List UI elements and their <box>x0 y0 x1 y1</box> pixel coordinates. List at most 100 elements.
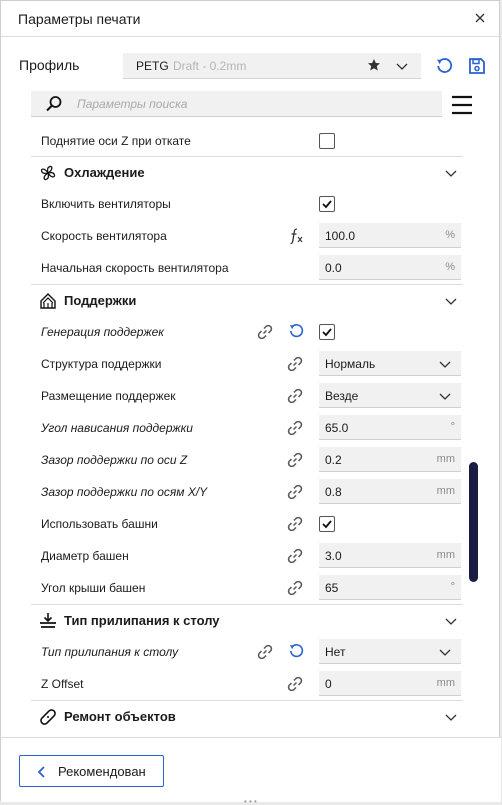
chevron-down-icon <box>439 649 451 656</box>
support-placement-select[interactable]: Везде <box>319 383 461 408</box>
search-input[interactable] <box>77 94 432 114</box>
retract-z-hop-checkbox[interactable] <box>319 133 335 149</box>
field-value: 0.8 <box>325 485 342 499</box>
settings-list: Поднятие оси Z при откате Охлаждение Вкл… <box>31 125 463 737</box>
link-icon <box>287 548 303 564</box>
close-icon[interactable] <box>471 9 489 27</box>
section-title: Ремонт объектов <box>64 709 176 724</box>
setting-row-initial-fan-speed: Начальная скорость вентилятора 0.0 % <box>31 252 463 284</box>
field-value: 100.0 <box>325 229 356 243</box>
field-unit: ° <box>450 581 455 593</box>
use-towers-checkbox[interactable] <box>319 516 335 532</box>
field-unit: mm <box>436 453 455 465</box>
bandage-icon <box>40 709 56 725</box>
enable-fans-checkbox[interactable] <box>319 196 335 212</box>
field-unit: % <box>445 229 455 241</box>
setting-label: Включить вентиляторы <box>41 197 171 211</box>
setting-label: Диаметр башен <box>41 549 129 563</box>
chevron-down-icon <box>445 170 457 177</box>
z-offset-input[interactable]: 0 mm <box>319 671 461 696</box>
link-icon <box>257 324 273 340</box>
reset-icon[interactable] <box>435 57 453 75</box>
overhang-angle-input[interactable]: 65.0 ° <box>319 415 461 440</box>
chevron-left-icon <box>37 766 45 778</box>
field-unit: ° <box>450 421 455 433</box>
field-value: 0.2 <box>325 453 342 467</box>
setting-label: Тип прилипания к столу <box>41 645 179 659</box>
section-title: Поддержки <box>64 293 137 308</box>
link-icon <box>287 580 303 596</box>
panel-title-bar: Параметры печати <box>1 1 501 37</box>
section-support[interactable]: Поддержки <box>31 284 463 316</box>
setting-label: Скорость вентилятора <box>41 229 167 243</box>
setting-label: Генерация поддержек <box>41 325 164 339</box>
setting-row-enable-fans: Включить вентиляторы <box>31 188 463 220</box>
field-unit: mm <box>436 549 455 561</box>
chevron-down-icon <box>439 393 451 400</box>
link-icon <box>287 484 303 500</box>
generate-support-checkbox[interactable] <box>319 324 335 340</box>
tower-diameter-input[interactable]: 3.0 mm <box>319 543 461 568</box>
setting-label: Зазор поддержки по оси Z <box>41 453 188 467</box>
field-value: 3.0 <box>325 549 342 563</box>
setting-row-fan-speed: Скорость вентилятора 100.0 % <box>31 220 463 252</box>
setting-row-tower-roof-angle: Угол крыши башен 65 ° <box>31 572 463 604</box>
footer-bar: Рекомендован <box>1 737 501 802</box>
tower-roof-angle-input[interactable]: 65 ° <box>319 575 461 600</box>
profile-name: PETG <box>136 59 169 73</box>
field-value: 65.0 <box>325 421 349 435</box>
support-z-distance-input[interactable]: 0.2 mm <box>319 447 461 472</box>
chevron-down-icon <box>396 63 408 70</box>
setting-row-retract-z-hop: Поднятие оси Z при откате <box>31 125 463 157</box>
profile-label: Профиль <box>19 57 80 73</box>
recommended-mode-button[interactable]: Рекомендован <box>19 755 164 787</box>
setting-row-overhang-angle: Угол нависания поддержки 65.0 ° <box>31 412 463 444</box>
chevron-down-icon <box>439 361 451 368</box>
initial-fan-speed-input[interactable]: 0.0 % <box>319 255 461 280</box>
setting-row-support-xy-distance: Зазор поддержки по осям X/Y 0.8 mm <box>31 476 463 508</box>
field-value: Нормаль <box>325 357 376 371</box>
section-mesh-fixes[interactable]: Ремонт объектов <box>31 700 463 732</box>
link-icon <box>287 356 303 372</box>
section-title: Тип прилипания к столу <box>64 613 220 628</box>
field-value: 0 <box>325 677 332 691</box>
recommended-label: Рекомендован <box>58 764 146 779</box>
profile-subtitle: Draft - 0.2mm <box>173 59 247 73</box>
link-icon <box>287 452 303 468</box>
support-structure-select[interactable]: Нормаль <box>319 351 461 376</box>
fan-speed-input[interactable]: 100.0 % <box>319 223 461 248</box>
setting-row-support-z-distance: Зазор поддержки по оси Z 0.2 mm <box>31 444 463 476</box>
panel-title: Параметры печати <box>18 11 141 27</box>
setting-row-generate-support: Генерация поддержек <box>31 316 463 348</box>
search-icon <box>46 96 62 112</box>
field-unit: mm <box>436 677 455 689</box>
setting-label: Использовать башни <box>41 517 158 531</box>
check-icon <box>322 328 332 337</box>
print-settings-panel: Параметры печати Профиль PETG Draft - 0.… <box>0 0 501 802</box>
settings-scrollbar[interactable] <box>469 462 478 582</box>
adhesion-type-select[interactable]: Нет <box>319 639 461 664</box>
link-icon <box>287 676 303 692</box>
section-title: Охлаждение <box>64 165 145 180</box>
support-xy-distance-input[interactable]: 0.8 mm <box>319 479 461 504</box>
setting-row-tower-diameter: Диаметр башен 3.0 mm <box>31 540 463 572</box>
section-cooling[interactable]: Охлаждение <box>31 156 463 188</box>
chevron-down-icon <box>445 298 457 305</box>
field-value: Нет <box>325 645 346 659</box>
chevron-down-icon <box>445 618 457 625</box>
section-adhesion[interactable]: Тип прилипания к столу <box>31 604 463 636</box>
setting-row-support-structure: Структура поддержки Нормаль <box>31 348 463 380</box>
setting-label: Z Offset <box>41 677 84 691</box>
setting-label: Структура поддержки <box>41 357 162 371</box>
profile-select[interactable]: PETG Draft - 0.2mm <box>123 53 421 79</box>
save-icon[interactable] <box>468 57 486 75</box>
function-icon[interactable] <box>288 227 304 245</box>
star-icon[interactable] <box>367 58 381 72</box>
resize-grip[interactable]: • • • <box>244 797 257 805</box>
reset-icon[interactable] <box>288 323 304 339</box>
setting-label: Размещение поддержек <box>41 389 176 403</box>
menu-icon[interactable] <box>451 95 473 115</box>
link-icon <box>287 388 303 404</box>
reset-icon[interactable] <box>288 643 304 659</box>
setting-label: Начальная скорость вентилятора <box>41 261 229 275</box>
